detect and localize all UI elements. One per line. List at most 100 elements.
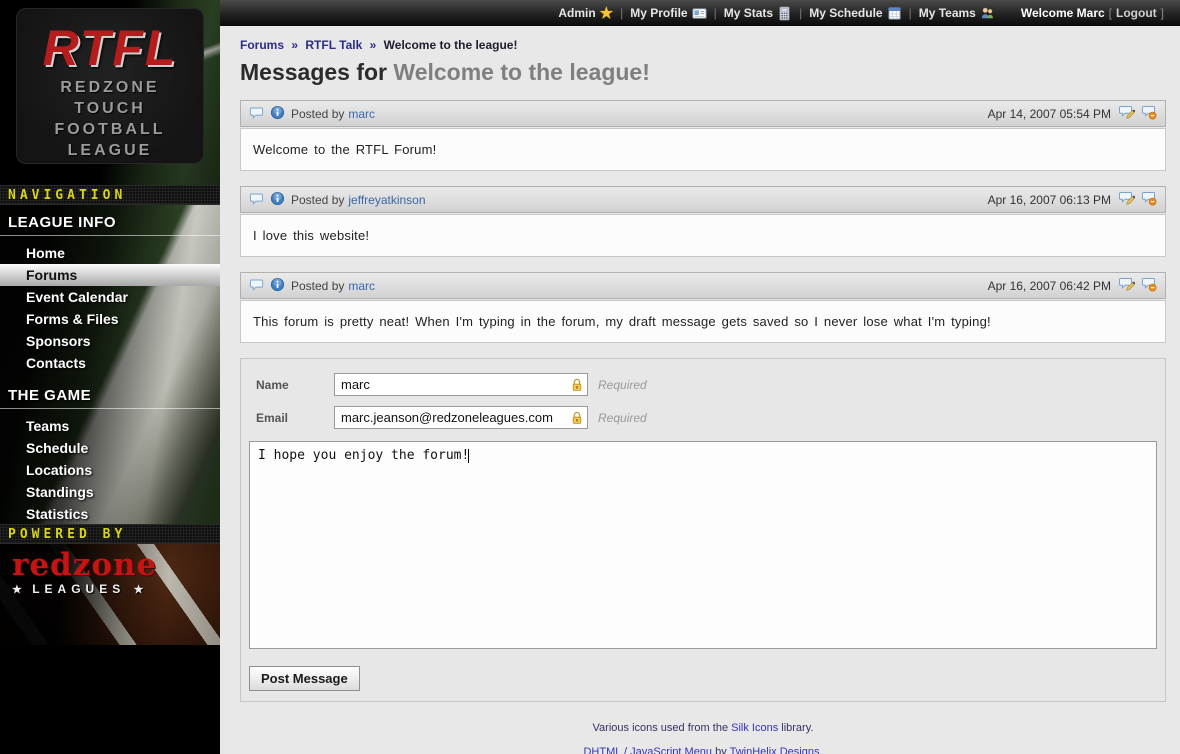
message-wrap: I hope you enjoy the forum! <box>249 441 1157 654</box>
topbar-admin[interactable]: Admin ★ <box>558 6 613 21</box>
author-link[interactable]: jeffreyatkinson <box>348 193 425 207</box>
name-label: Name <box>256 378 334 392</box>
breadcrumb-separator: » <box>370 38 377 52</box>
topbar-separator: | <box>714 6 717 20</box>
sidebar-item-forms-files[interactable]: Forms & Files <box>0 308 220 330</box>
topbar-my-stats[interactable]: My Stats <box>724 6 792 21</box>
main-area: Admin ★ | My Profile | My Stats | My Sch… <box>220 0 1180 754</box>
post-body: I love this website! <box>240 214 1166 257</box>
lock-icon <box>570 410 584 431</box>
post-header: Posted by jeffreyatkinson Apr 16, 2007 0… <box>240 186 1166 213</box>
calculator-icon <box>777 6 792 21</box>
post-message-button[interactable]: Post Message <box>249 666 360 691</box>
breadcrumb-forums[interactable]: Forums <box>240 38 284 52</box>
rtfl-logo-line: REDZONE <box>17 77 203 98</box>
page-title: Messages for Welcome to the league! <box>240 59 1166 86</box>
sidebar-item-contacts[interactable]: Contacts <box>0 352 220 374</box>
name-input-wrap <box>334 373 588 396</box>
comment-edit-icon[interactable] <box>1119 276 1135 295</box>
email-row: Email Required <box>256 406 1157 429</box>
comment-icon <box>249 105 264 123</box>
sidebar-item-standings[interactable]: Standings <box>0 481 220 503</box>
info-icon[interactable] <box>270 277 285 295</box>
sidebar-item-schedule[interactable]: Schedule <box>0 437 220 459</box>
logout-bracket: ] <box>1161 6 1164 20</box>
redzone-leagues-logo[interactable]: redzone ★ LEAGUES ★ <box>0 544 220 645</box>
footer: Various icons used from the Silk Icons l… <box>240 716 1166 754</box>
league-info-list: Home Forums Event Calendar Forms & Files… <box>0 242 220 374</box>
rtfl-logo-line: LEAGUE <box>17 140 203 161</box>
breadcrumb: Forums » RTFL Talk » Welcome to the leag… <box>240 38 1166 52</box>
posted-by-label: Posted by <box>291 107 344 121</box>
the-game-list: Teams Schedule Locations Standings Stati… <box>0 415 220 525</box>
sidebar-item-forums[interactable]: Forums <box>0 264 220 286</box>
post-header: Posted by marc Apr 14, 2007 05:54 PM <box>240 100 1166 127</box>
email-input[interactable] <box>334 406 588 429</box>
breadcrumb-separator: » <box>291 38 298 52</box>
topbar-my-schedule[interactable]: My Schedule <box>809 6 901 21</box>
sidebar: RTFL REDZONE TOUCH FOOTBALL LEAGUE NAVIG… <box>0 0 220 754</box>
email-input-wrap <box>334 406 588 429</box>
dhtml-menu-link[interactable]: DHTML / JavaScript Menu <box>583 746 712 754</box>
comment-delete-icon[interactable] <box>1141 190 1157 209</box>
sidebar-item-event-calendar[interactable]: Event Calendar <box>0 286 220 308</box>
sidebar-item-teams[interactable]: Teams <box>0 415 220 437</box>
email-label: Email <box>256 411 334 425</box>
required-label: Required <box>598 411 647 425</box>
reply-form: Name Required Email Required <box>240 358 1166 702</box>
topbar: Admin ★ | My Profile | My Stats | My Sch… <box>220 0 1180 26</box>
redzone-logo-name: redzone <box>12 548 220 582</box>
text-cursor <box>468 449 469 463</box>
silk-icons-link[interactable]: Silk Icons <box>731 722 778 734</box>
footer-line-menu: DHTML / JavaScript Menu by TwinHelix Des… <box>240 740 1166 754</box>
topbar-my-profile[interactable]: My Profile <box>630 6 706 21</box>
author-link[interactable]: marc <box>348 279 375 293</box>
comment-delete-icon[interactable] <box>1141 276 1157 295</box>
vcard-icon <box>692 6 707 21</box>
sidebar-item-sponsors[interactable]: Sponsors <box>0 330 220 352</box>
post-date: Apr 14, 2007 05:54 PM <box>988 107 1111 121</box>
post-body: Welcome to the RTFL Forum! <box>240 128 1166 171</box>
info-icon[interactable] <box>270 191 285 209</box>
message-textarea[interactable]: I hope you enjoy the forum! <box>249 441 1157 649</box>
rtfl-logo-acronym: RTFL <box>17 9 203 77</box>
sidebar-item-locations[interactable]: Locations <box>0 459 220 481</box>
posted-by-label: Posted by <box>291 279 344 293</box>
section-header-the-game: THE GAME <box>0 384 220 409</box>
footer-line-icons: Various icons used from the Silk Icons l… <box>240 716 1166 740</box>
info-icon[interactable] <box>270 105 285 123</box>
comment-icon <box>249 277 264 295</box>
required-label: Required <box>598 378 647 392</box>
name-input[interactable] <box>334 373 588 396</box>
redzone-logo-sub: ★ LEAGUES ★ <box>12 582 220 596</box>
topbar-separator: | <box>620 6 623 20</box>
breadcrumb-rtfl-talk[interactable]: RTFL Talk <box>305 38 362 52</box>
topbar-separator: | <box>799 6 802 20</box>
comment-icon <box>249 191 264 209</box>
breadcrumb-current: Welcome to the league! <box>384 38 518 52</box>
page-title-topic: Welcome to the league! <box>393 59 649 85</box>
logout-link[interactable]: Logout <box>1116 6 1157 20</box>
rtfl-logo-line: TOUCH <box>17 98 203 119</box>
twinhelix-link[interactable]: TwinHelix Designs <box>730 746 820 754</box>
sidebar-nav: LEAGUE INFO Home Forums Event Calendar F… <box>0 205 220 524</box>
post-date: Apr 16, 2007 06:13 PM <box>988 193 1111 207</box>
topbar-my-teams[interactable]: My Teams <box>919 6 995 21</box>
navigation-banner: NAVIGATION <box>0 185 220 205</box>
welcome-message: Welcome Marc <box>1021 6 1105 20</box>
powered-by-banner: POWERED BY <box>0 524 220 544</box>
sidebar-item-home[interactable]: Home <box>0 242 220 264</box>
comment-delete-icon[interactable] <box>1141 104 1157 123</box>
post: Posted by marc Apr 14, 2007 05:54 PM Wel… <box>240 100 1166 171</box>
star-icon: ★ <box>134 584 146 596</box>
post-body: This forum is pretty neat! When I'm typi… <box>240 300 1166 343</box>
comment-edit-icon[interactable] <box>1119 104 1135 123</box>
comment-edit-icon[interactable] <box>1119 190 1135 209</box>
star-icon: ★ <box>12 584 24 596</box>
author-link[interactable]: marc <box>348 107 375 121</box>
post: Posted by jeffreyatkinson Apr 16, 2007 0… <box>240 186 1166 257</box>
post-date: Apr 16, 2007 06:42 PM <box>988 279 1111 293</box>
post: Posted by marc Apr 16, 2007 06:42 PM Thi… <box>240 272 1166 343</box>
calendar-icon <box>887 6 902 21</box>
sidebar-item-statistics[interactable]: Statistics <box>0 503 220 525</box>
